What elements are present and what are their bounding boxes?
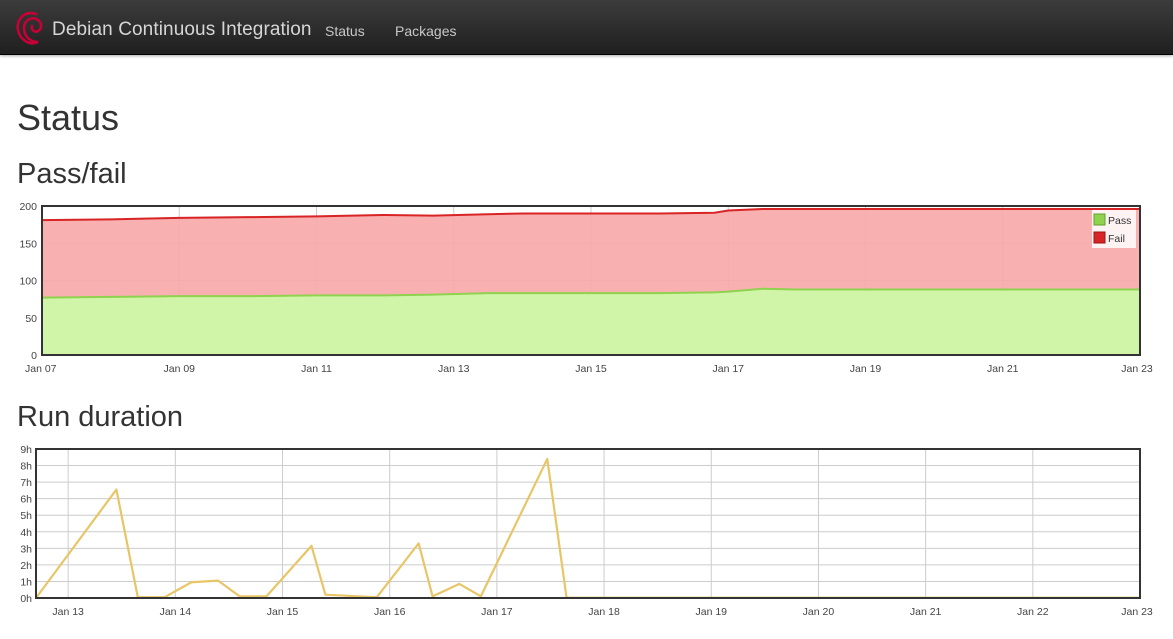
- x-tick-label: Jan 17: [712, 363, 744, 375]
- x-tick-label: Jan 15: [267, 606, 299, 618]
- fail-area: [42, 208, 1140, 298]
- y-tick-label: 3h: [20, 543, 32, 555]
- run-duration-chart: 0h 1h 2h 3h 4h 5h 6h 7h 8h 9h Jan 13 Jan 14 Jan 15 Ja…: [20, 444, 1153, 618]
- y-tick-label: 2h: [20, 560, 32, 572]
- y-tick-label: 8h: [20, 461, 32, 473]
- legend-label-pass: Pass: [1108, 215, 1131, 227]
- x-tick-label: Jan 17: [481, 606, 513, 618]
- x-tick-label: Jan 18: [588, 606, 620, 618]
- y-tick-label: 6h: [20, 494, 32, 506]
- x-tick-label: Jan 19: [850, 363, 882, 375]
- debian-swirl-logo[interactable]: [14, 8, 48, 50]
- y-tick-label: 0: [31, 350, 37, 362]
- legend-label-fail: Fail: [1108, 233, 1125, 245]
- legend: Pass Fail: [1092, 210, 1136, 248]
- x-tick-label: Jan 22: [1017, 606, 1049, 618]
- legend-swatch-pass: [1093, 213, 1106, 226]
- plot-frame: [35, 448, 1141, 599]
- pass-fail-title: Pass/fail: [17, 158, 127, 190]
- y-tick-label: 100: [19, 276, 37, 288]
- x-tick-label: Jan 21: [987, 363, 1019, 375]
- x-tick-label: Jan 21: [910, 606, 942, 618]
- duration-line: [35, 457, 1140, 599]
- navbar: Debian Continuous Integration Status Pac…: [0, 0, 1173, 55]
- legend-swatch-fail: [1093, 231, 1106, 244]
- y-tick-label: 50: [25, 313, 37, 325]
- y-tick-label: 4h: [20, 527, 32, 539]
- x-tick-label: Jan 20: [803, 606, 835, 618]
- x-tick-label: Jan 13: [438, 363, 470, 375]
- y-tick-label: 7h: [20, 477, 32, 489]
- x-tick-label: Jan 23: [1121, 606, 1153, 618]
- page-title: Status: [17, 97, 120, 138]
- x-tick-label: Jan 11: [301, 363, 332, 375]
- y-tick-label: 9h: [20, 444, 32, 456]
- nav-status-link[interactable]: Status: [325, 23, 365, 39]
- y-tick-label: 200: [19, 201, 37, 213]
- x-tick-label: Jan 16: [374, 606, 406, 618]
- y-tick-label: 5h: [20, 510, 32, 522]
- x-tick-label: Jan 15: [575, 363, 607, 375]
- run-duration-title: Run duration: [17, 401, 184, 433]
- y-tick-label: 1h: [20, 576, 32, 588]
- x-tick-label: Jan 14: [160, 606, 192, 618]
- pass-area: [42, 288, 1140, 355]
- y-tick-label: 0h: [20, 593, 32, 605]
- x-tick-label: Jan 19: [695, 606, 727, 618]
- x-tick-label: Jan 13: [52, 606, 84, 618]
- y-tick-label: 150: [19, 238, 37, 250]
- brand-link[interactable]: Debian Continuous Integration: [52, 19, 312, 41]
- pass-fail-chart: 0 50 100 150 200 Jan 07 Jan 09 Jan 11 Jan 13 Jan …: [19, 201, 1153, 375]
- nav-packages-link[interactable]: Packages: [395, 23, 456, 39]
- x-tick-label: Jan 23: [1121, 363, 1153, 375]
- x-tick-label: Jan 09: [163, 363, 195, 375]
- x-tick-label: Jan 07: [25, 363, 57, 375]
